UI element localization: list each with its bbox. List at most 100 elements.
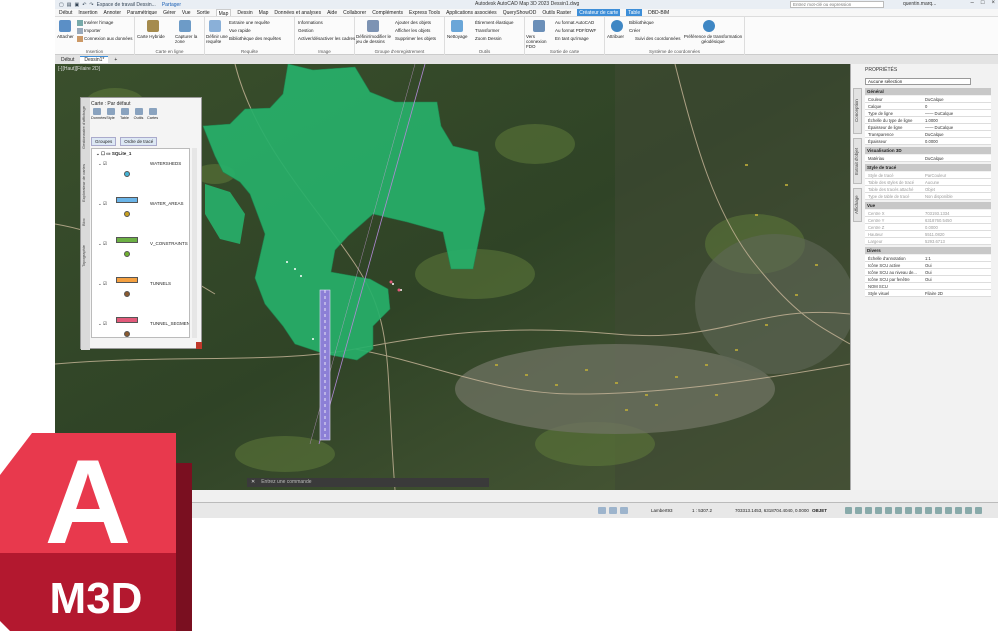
attach-button[interactable]: Attacher <box>57 34 74 39</box>
extract-query-button[interactable]: Extraire une requête <box>229 20 270 25</box>
menu-tab[interactable]: Aide <box>327 9 337 16</box>
grid-icon[interactable] <box>609 507 617 514</box>
otrack-icon[interactable] <box>875 507 882 514</box>
cs-library-button[interactable]: Bibliothèque <box>629 20 654 25</box>
minimize-icon[interactable]: – <box>971 0 974 6</box>
tab-drawing[interactable]: Dessin1* <box>80 56 109 63</box>
tab-design[interactable]: Conception <box>853 88 862 134</box>
menu-tab[interactable]: Début <box>59 9 72 16</box>
scrollbar[interactable] <box>192 148 197 338</box>
property-value[interactable]: DuCalque <box>925 96 944 103</box>
projection-indicator[interactable]: Lambert93 <box>651 503 673 518</box>
menu-tab[interactable]: Insertion <box>78 9 97 16</box>
to-autocad-button[interactable]: Au format AutoCAD <box>555 20 594 25</box>
show-objects-button[interactable]: Afficher les objets <box>395 28 430 33</box>
property-row[interactable]: NOM SCU <box>865 283 991 290</box>
properties-section[interactable]: Général <box>865 88 991 95</box>
layer-visibility-checkbox[interactable]: ⌄ ☑ <box>98 241 107 246</box>
property-row[interactable]: Icône SCU active Oui <box>865 262 991 269</box>
property-value[interactable]: ParCouleur <box>925 172 946 179</box>
quick-view-button[interactable]: Vue rapide <box>229 28 251 33</box>
share-button[interactable]: Partager <box>162 2 181 8</box>
selection-cycling-icon[interactable] <box>905 507 912 514</box>
property-row[interactable]: Échelle du type de ligne 1.0000 <box>865 117 991 124</box>
open-icon[interactable]: ▤ <box>67 2 72 8</box>
object-mode-indicator[interactable]: OBJET <box>812 503 827 518</box>
property-row[interactable]: Style de tracé ParCouleur <box>865 172 991 179</box>
menu-tab[interactable]: Données et analyses <box>274 9 321 16</box>
menu-tab[interactable]: Dessin <box>237 9 252 16</box>
property-value[interactable]: —— DuCalque <box>925 110 953 117</box>
to-fdo-button[interactable]: Vers connexion FDO <box>526 34 552 49</box>
command-line[interactable]: ✕ Entrez une commande <box>247 478 489 487</box>
maps-button[interactable]: Cartes <box>147 108 158 120</box>
layer-root[interactable]: ⌄ ☐ ▭ SQLite_1 <box>96 151 131 157</box>
toggle-frames-button[interactable]: Activer/désactiver les cadres <box>298 36 355 41</box>
property-row[interactable]: Largeur 5293.6713 <box>865 238 991 245</box>
menu-tab[interactable]: Map <box>215 9 232 16</box>
groups-tab[interactable]: Groupes <box>91 137 117 146</box>
menu-tab[interactable]: Gérer <box>163 9 176 16</box>
user-account[interactable]: quentin.marq... <box>903 1 936 7</box>
assign-cs-button[interactable]: Attribuer <box>607 34 624 39</box>
annotation-icon[interactable] <box>915 507 922 514</box>
layer-visibility-checkbox[interactable]: ⌄ ☑ <box>98 321 107 326</box>
layer-item[interactable]: ⌄ ☑ V_CONSTRAINTS <box>98 241 188 247</box>
property-value[interactable]: 1:1 <box>925 255 931 262</box>
properties-section[interactable]: Vue <box>865 202 991 209</box>
polar-icon[interactable] <box>855 507 862 514</box>
layer-item[interactable]: ⌄ ☑ TUNNELS <box>98 281 171 287</box>
new-icon[interactable]: ▢ <box>59 2 64 8</box>
style-button[interactable]: Style <box>105 108 116 120</box>
close-icon[interactable]: ✕ <box>251 479 255 485</box>
property-row[interactable]: Épaisseur de ligne —— DuCalque <box>865 124 991 131</box>
menu-tab[interactable]: Sortie <box>197 9 210 16</box>
property-row[interactable]: Centre X 703193.1334 <box>865 210 991 217</box>
insert-image-button[interactable]: Insérer l'image <box>77 20 113 26</box>
tab-topography[interactable]: Topographie <box>81 236 90 276</box>
property-value[interactable]: Filaire 2D <box>925 290 943 297</box>
property-value[interactable]: Oui <box>925 269 932 276</box>
menu-tab[interactable]: Table <box>626 9 643 16</box>
menu-tab[interactable]: QueryShowOD <box>503 9 537 16</box>
clean-screen-icon[interactable] <box>965 507 972 514</box>
new-tab-button[interactable]: + <box>114 57 117 63</box>
property-value[interactable]: 0.0000 <box>925 138 938 145</box>
property-value[interactable]: Oui <box>925 276 932 283</box>
tunnel-segments[interactable] <box>319 289 331 441</box>
layer-item[interactable]: ⌄ ☑ TUNNEL_SEGMENTS <box>98 321 189 327</box>
layer-item[interactable]: ⌄ ☑ WATER_AREAS <box>98 201 184 207</box>
connect-data-button[interactable]: Connexion aux données <box>77 36 133 42</box>
menu-tab[interactable]: Créateur de carte <box>577 9 621 16</box>
zoom-drawing-button[interactable]: Zoom Dessin <box>475 36 502 41</box>
menu-tab[interactable]: Annoter <box>104 9 122 16</box>
property-row[interactable]: Couleur DuCalque <box>865 96 991 103</box>
track-coords-button[interactable]: Suivi des coordonnées <box>635 36 681 41</box>
command-input[interactable]: Entrez une commande <box>261 479 311 485</box>
palette-pin-icon[interactable] <box>196 342 202 349</box>
tools-button[interactable]: Outils <box>133 108 144 120</box>
save-icon[interactable]: ▣ <box>74 2 79 8</box>
cleanup-button[interactable]: Nettoyage <box>447 34 468 39</box>
property-row[interactable]: Épaisseur 0.0000 <box>865 138 991 145</box>
ortho-icon[interactable] <box>845 507 852 514</box>
menu-tab[interactable]: DBD-BIM <box>648 9 669 16</box>
tab-start[interactable]: Début <box>61 57 74 63</box>
geodetic-pref-button[interactable]: Préférence de transformation géodésique <box>683 34 743 44</box>
property-value[interactable]: —— DuCalque <box>925 124 953 131</box>
property-value[interactable]: 703193.1334 <box>925 210 949 217</box>
create-cs-button[interactable]: Créer <box>629 28 640 33</box>
property-value[interactable]: 5293.6713 <box>925 238 945 245</box>
property-row[interactable]: Style visuel Filaire 2D <box>865 290 991 297</box>
delete-objects-button[interactable]: Supprimer les objets <box>395 36 436 41</box>
capture-button[interactable]: Capturer la zone <box>175 34 201 44</box>
property-row[interactable]: Type de table de tracé Non disponible <box>865 193 991 200</box>
layer-visibility-checkbox[interactable]: ⌄ ☑ <box>98 201 107 206</box>
workspace-selector[interactable]: Espace de travail Dessin... <box>97 2 156 8</box>
menu-tab[interactable]: Applications associées <box>446 9 497 16</box>
add-objects-button[interactable]: Ajouter des objets <box>395 20 431 25</box>
hybrid-map-button[interactable]: Carte Hybride <box>137 34 165 39</box>
selection-dropdown[interactable]: Aucune sélection <box>865 78 971 85</box>
properties-section[interactable]: Style de tracé <box>865 164 991 171</box>
rubber-sheet-button[interactable]: Étirement élastique <box>475 20 514 25</box>
